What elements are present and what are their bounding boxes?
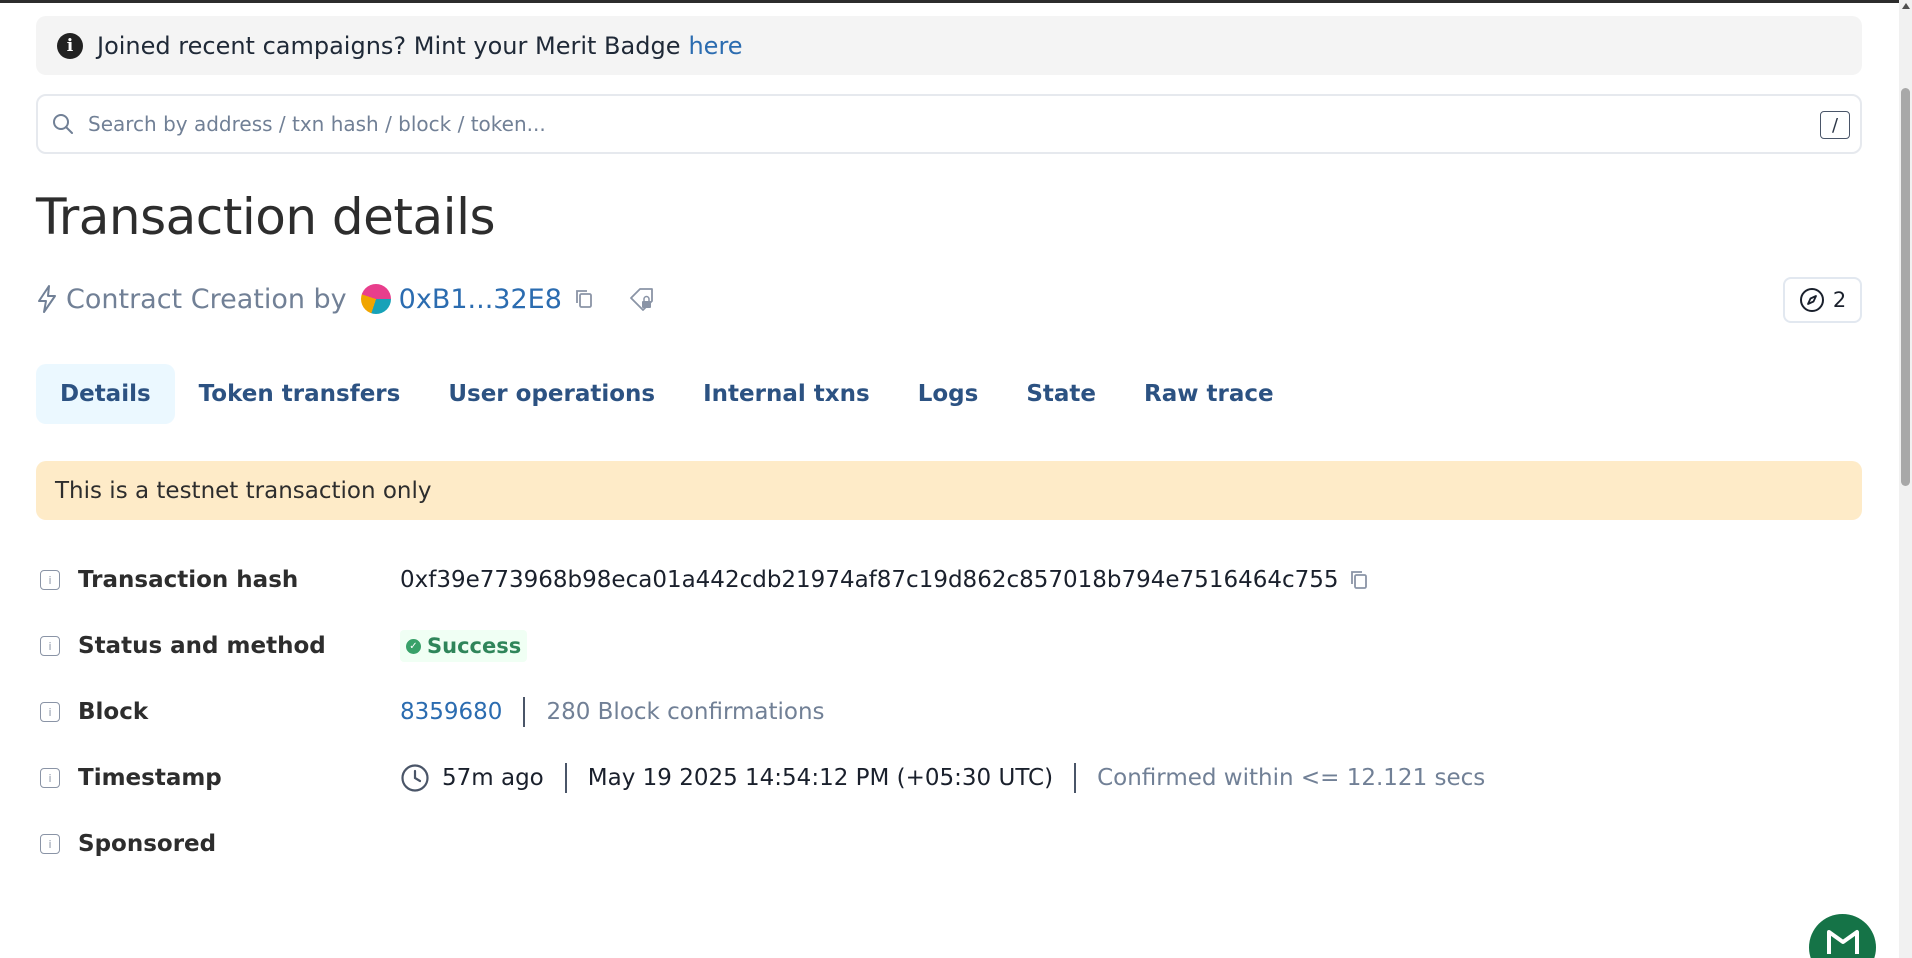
detail-row-timestamp: i Timestamp 57m ago May 19 2025 14:54:12… [40, 758, 1485, 798]
confirmation-duration: Confirmed within <= 12.121 secs [1097, 765, 1486, 791]
copy-icon[interactable] [574, 288, 594, 310]
transaction-hash-value: 0xf39e773968b98eca01a442cdb21974af87c19d… [400, 567, 1339, 593]
scrollbar-thumb[interactable] [1901, 88, 1910, 486]
status-text: Success [427, 634, 522, 658]
tab-raw-trace[interactable]: Raw trace [1120, 364, 1298, 424]
timestamp-absolute: May 19 2025 14:54:12 PM (+05:30 UTC) [587, 765, 1054, 791]
scroll-up-arrow-icon[interactable] [1902, 3, 1910, 9]
tab-details[interactable]: Details [36, 364, 175, 424]
banner-text: Joined recent campaigns? Mint your Merit… [97, 31, 681, 60]
transaction-tabs: Details Token transfers User operations … [36, 364, 1298, 424]
timestamp-relative: 57m ago [442, 765, 544, 791]
detail-label: Sponsored [78, 831, 217, 857]
interpretation-count: 2 [1832, 288, 1847, 312]
merit-badge-banner: i Joined recent campaigns? Mint your Mer… [36, 16, 1862, 75]
search-icon [53, 114, 73, 134]
detail-label: Timestamp [78, 765, 222, 791]
page-scrollbar[interactable] [1899, 0, 1912, 958]
search-bar[interactable]: / [36, 94, 1862, 154]
subtitle-prefix: Contract Creation by [66, 283, 347, 315]
interpretation-button[interactable]: 2 [1783, 277, 1862, 323]
tab-token-transfers[interactable]: Token transfers [175, 364, 425, 424]
creator-address-link[interactable]: 0xB1...32E8 [399, 284, 562, 315]
copy-icon[interactable] [1349, 569, 1369, 591]
block-number-link[interactable]: 8359680 [400, 699, 502, 725]
info-tooltip-icon[interactable]: i [40, 636, 60, 656]
detail-label: Transaction hash [78, 567, 299, 593]
merits-logo-icon [1826, 930, 1859, 954]
page-title: Transaction details [36, 188, 496, 246]
detail-label: Status and method [78, 633, 326, 659]
detail-row-block: i Block 8359680 280 Block confirmations [40, 692, 825, 732]
check-circle-icon: ✓ [406, 638, 421, 654]
tab-internal-txns[interactable]: Internal txns [679, 364, 894, 424]
transaction-subtitle: Contract Creation by 0xB1...32E8 [36, 279, 656, 319]
tab-state[interactable]: State [1002, 364, 1120, 424]
lightning-icon [38, 285, 56, 313]
block-confirmations: 280 Block confirmations [546, 699, 825, 725]
divider [564, 763, 567, 793]
tab-user-operations[interactable]: User operations [424, 364, 679, 424]
address-avatar [360, 284, 391, 314]
info-tooltip-icon[interactable]: i [40, 834, 60, 854]
info-tooltip-icon[interactable]: i [40, 570, 60, 590]
detail-label: Block [78, 699, 149, 725]
clock-icon [401, 764, 429, 792]
search-shortcut-key: / [1820, 111, 1850, 139]
tab-logs[interactable]: Logs [894, 364, 1003, 424]
info-tooltip-icon[interactable]: i [40, 702, 60, 722]
testnet-notice: This is a testnet transaction only [36, 461, 1862, 520]
search-input[interactable] [88, 112, 1688, 136]
info-icon: i [57, 32, 83, 59]
detail-row-sponsored: i Sponsored [40, 824, 400, 864]
detail-row-status: i Status and method ✓ Success [40, 626, 528, 666]
window-top-border [0, 0, 1912, 3]
add-tag-icon[interactable] [628, 286, 656, 312]
status-badge: ✓ Success [400, 630, 528, 662]
merits-floating-button[interactable] [1809, 914, 1876, 958]
info-tooltip-icon[interactable]: i [40, 768, 60, 788]
compass-icon [1799, 288, 1824, 312]
divider [1074, 763, 1077, 793]
detail-row-hash: i Transaction hash 0xf39e773968b98eca01a… [40, 560, 1369, 600]
banner-here-link[interactable]: here [688, 32, 742, 60]
divider [523, 697, 526, 727]
